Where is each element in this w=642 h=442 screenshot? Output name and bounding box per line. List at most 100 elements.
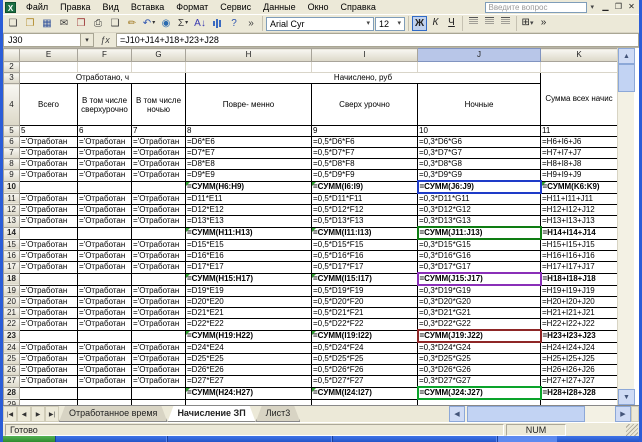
cell[interactable] [78, 227, 132, 239]
save-icon[interactable]: ▦ [39, 16, 55, 32]
cell[interactable] [78, 387, 132, 399]
row-header-7[interactable]: 7 [4, 148, 20, 159]
cell[interactable]: =СУММ(H24:H27) [186, 387, 312, 399]
cell[interactable]: ='Отработан [132, 297, 186, 308]
formula-input[interactable]: =J10+J14+J18+J23+J28 [116, 33, 639, 47]
cell[interactable]: =СУММ(J6:J9) [418, 181, 541, 193]
cell[interactable] [78, 62, 132, 73]
cell[interactable]: ='Отработан [20, 205, 78, 216]
cell[interactable]: ='Отработан [132, 170, 186, 182]
cell[interactable]: 6 [78, 126, 132, 137]
cell[interactable]: =D24*E24 [186, 342, 312, 354]
cell[interactable]: ='Отработан [132, 354, 186, 365]
borders-dropdown-icon[interactable]: ▾ [530, 20, 534, 27]
cell[interactable]: =D8*E8 [186, 159, 312, 170]
new-icon[interactable]: ❏ [5, 16, 21, 32]
cell[interactable]: ='Отработан [20, 319, 78, 331]
cell[interactable]: =0,3*D12*G12 [418, 205, 541, 216]
row-header-10[interactable]: 10 [4, 181, 20, 193]
cell[interactable]: =H9+I9+J9 [541, 170, 618, 182]
cell[interactable]: ='Отработан [78, 319, 132, 331]
chart-wizard-icon[interactable] [209, 16, 225, 32]
cell[interactable]: Сумма всех начис [541, 73, 618, 126]
cell[interactable]: =СУММ(J15:J17) [418, 273, 541, 285]
cell[interactable]: =H14+I14+J14 [541, 227, 618, 239]
cell[interactable]: =0,5*D13*F13 [312, 216, 418, 228]
cell[interactable]: =0,3*D6*G6 [418, 137, 541, 148]
cell[interactable]: Повре- менно [186, 84, 312, 126]
cell[interactable]: =0,5*D20*F20 [312, 297, 418, 308]
cell[interactable]: =0,5*D27*F27 [312, 376, 418, 388]
print-icon[interactable]: ⎙ [90, 16, 106, 32]
horizontal-scrollbar[interactable]: ◀ ▶ [449, 406, 639, 422]
cell[interactable]: =D25*E25 [186, 354, 312, 365]
cell[interactable]: =H19+I19+J19 [541, 285, 618, 297]
undo-icon[interactable]: ↶▾ [141, 16, 157, 32]
cell[interactable]: 11 [541, 126, 618, 137]
cell[interactable]: =H18+I18+J18 [541, 273, 618, 285]
row-header-20[interactable]: 20 [4, 297, 20, 308]
row-header-4[interactable]: 4 [4, 84, 20, 126]
cell[interactable]: =0,5*D11*F11 [312, 193, 418, 205]
align-center-button[interactable] [482, 16, 497, 31]
cell[interactable]: =0,3*D15*G15 [418, 239, 541, 251]
font-size-select[interactable]: 12 ▾ [375, 17, 405, 31]
cell[interactable]: В том числе ночью [132, 84, 186, 126]
mail-icon[interactable]: ✉ [56, 16, 72, 32]
cell[interactable]: =D26*E26 [186, 365, 312, 376]
question-dropdown-icon[interactable]: ▾ [587, 3, 597, 11]
taskbar-button[interactable] [332, 436, 497, 442]
cell[interactable] [541, 399, 618, 405]
cell[interactable]: =0,3*D26*G26 [418, 365, 541, 376]
column-header-H[interactable]: H [186, 49, 312, 62]
cell[interactable]: В том числе сверхурочно [78, 84, 132, 126]
cell[interactable]: =0,3*D13*G13 [418, 216, 541, 228]
last-sheet-icon[interactable]: ▶| [45, 406, 59, 422]
horizontal-scroll-thumb[interactable] [467, 406, 585, 422]
row-header-16[interactable]: 16 [4, 251, 20, 262]
cell[interactable]: ='Отработан [20, 193, 78, 205]
cell[interactable]: ='Отработан [78, 193, 132, 205]
cell[interactable]: =0,5*D9*F9 [312, 170, 418, 182]
cell[interactable]: =СУММ(I24:I27) [312, 387, 418, 399]
cell[interactable]: =0,5*D17*F17 [312, 262, 418, 274]
cell[interactable]: =D12*E12 [186, 205, 312, 216]
cell[interactable] [20, 387, 78, 399]
cell[interactable]: ='Отработан [20, 148, 78, 159]
cell[interactable]: =H17+I17+J17 [541, 262, 618, 274]
cell[interactable]: =0,3*D11*G11 [418, 193, 541, 205]
cell[interactable]: Всего [20, 84, 78, 126]
cell[interactable]: ='Отработан [132, 205, 186, 216]
select-all-corner[interactable] [4, 49, 20, 62]
cell[interactable]: =H11+I11+J11 [541, 193, 618, 205]
cell[interactable] [78, 181, 132, 193]
row-header-11[interactable]: 11 [4, 193, 20, 205]
menu-item[interactable]: Справка [335, 2, 382, 12]
cell[interactable]: ='Отработан [78, 365, 132, 376]
row-header-15[interactable]: 15 [4, 239, 20, 251]
cell[interactable]: =0,5*D8*F8 [312, 159, 418, 170]
menu-item[interactable]: Файл [20, 2, 54, 12]
cell[interactable] [132, 399, 186, 405]
cell[interactable]: =СУММ(I15:I17) [312, 273, 418, 285]
cell[interactable]: =0,3*D9*G9 [418, 170, 541, 182]
menu-item[interactable]: Окно [302, 2, 335, 12]
menu-item[interactable]: Правка [54, 2, 96, 12]
cell[interactable]: ='Отработан [20, 239, 78, 251]
cell[interactable]: ='Отработан [78, 262, 132, 274]
cell[interactable]: =0,3*D21*G21 [418, 308, 541, 319]
cell[interactable]: ='Отработан [78, 148, 132, 159]
minimize-icon[interactable]: ▁ [599, 1, 612, 13]
cell[interactable] [186, 62, 312, 73]
cell[interactable]: =H27+I27+J27 [541, 376, 618, 388]
row-header-13[interactable]: 13 [4, 216, 20, 228]
row-header-17[interactable]: 17 [4, 262, 20, 274]
align-left-button[interactable] [466, 16, 481, 31]
name-box-dropdown-icon[interactable]: ▾ [81, 33, 94, 47]
cell[interactable]: =0,3*D8*G8 [418, 159, 541, 170]
cell[interactable]: 10 [418, 126, 541, 137]
cell[interactable]: ='Отработан [132, 148, 186, 159]
cell[interactable]: ='Отработан [78, 170, 132, 182]
resize-grip[interactable] [626, 424, 638, 436]
print-preview-icon[interactable]: ❒ [73, 16, 89, 32]
